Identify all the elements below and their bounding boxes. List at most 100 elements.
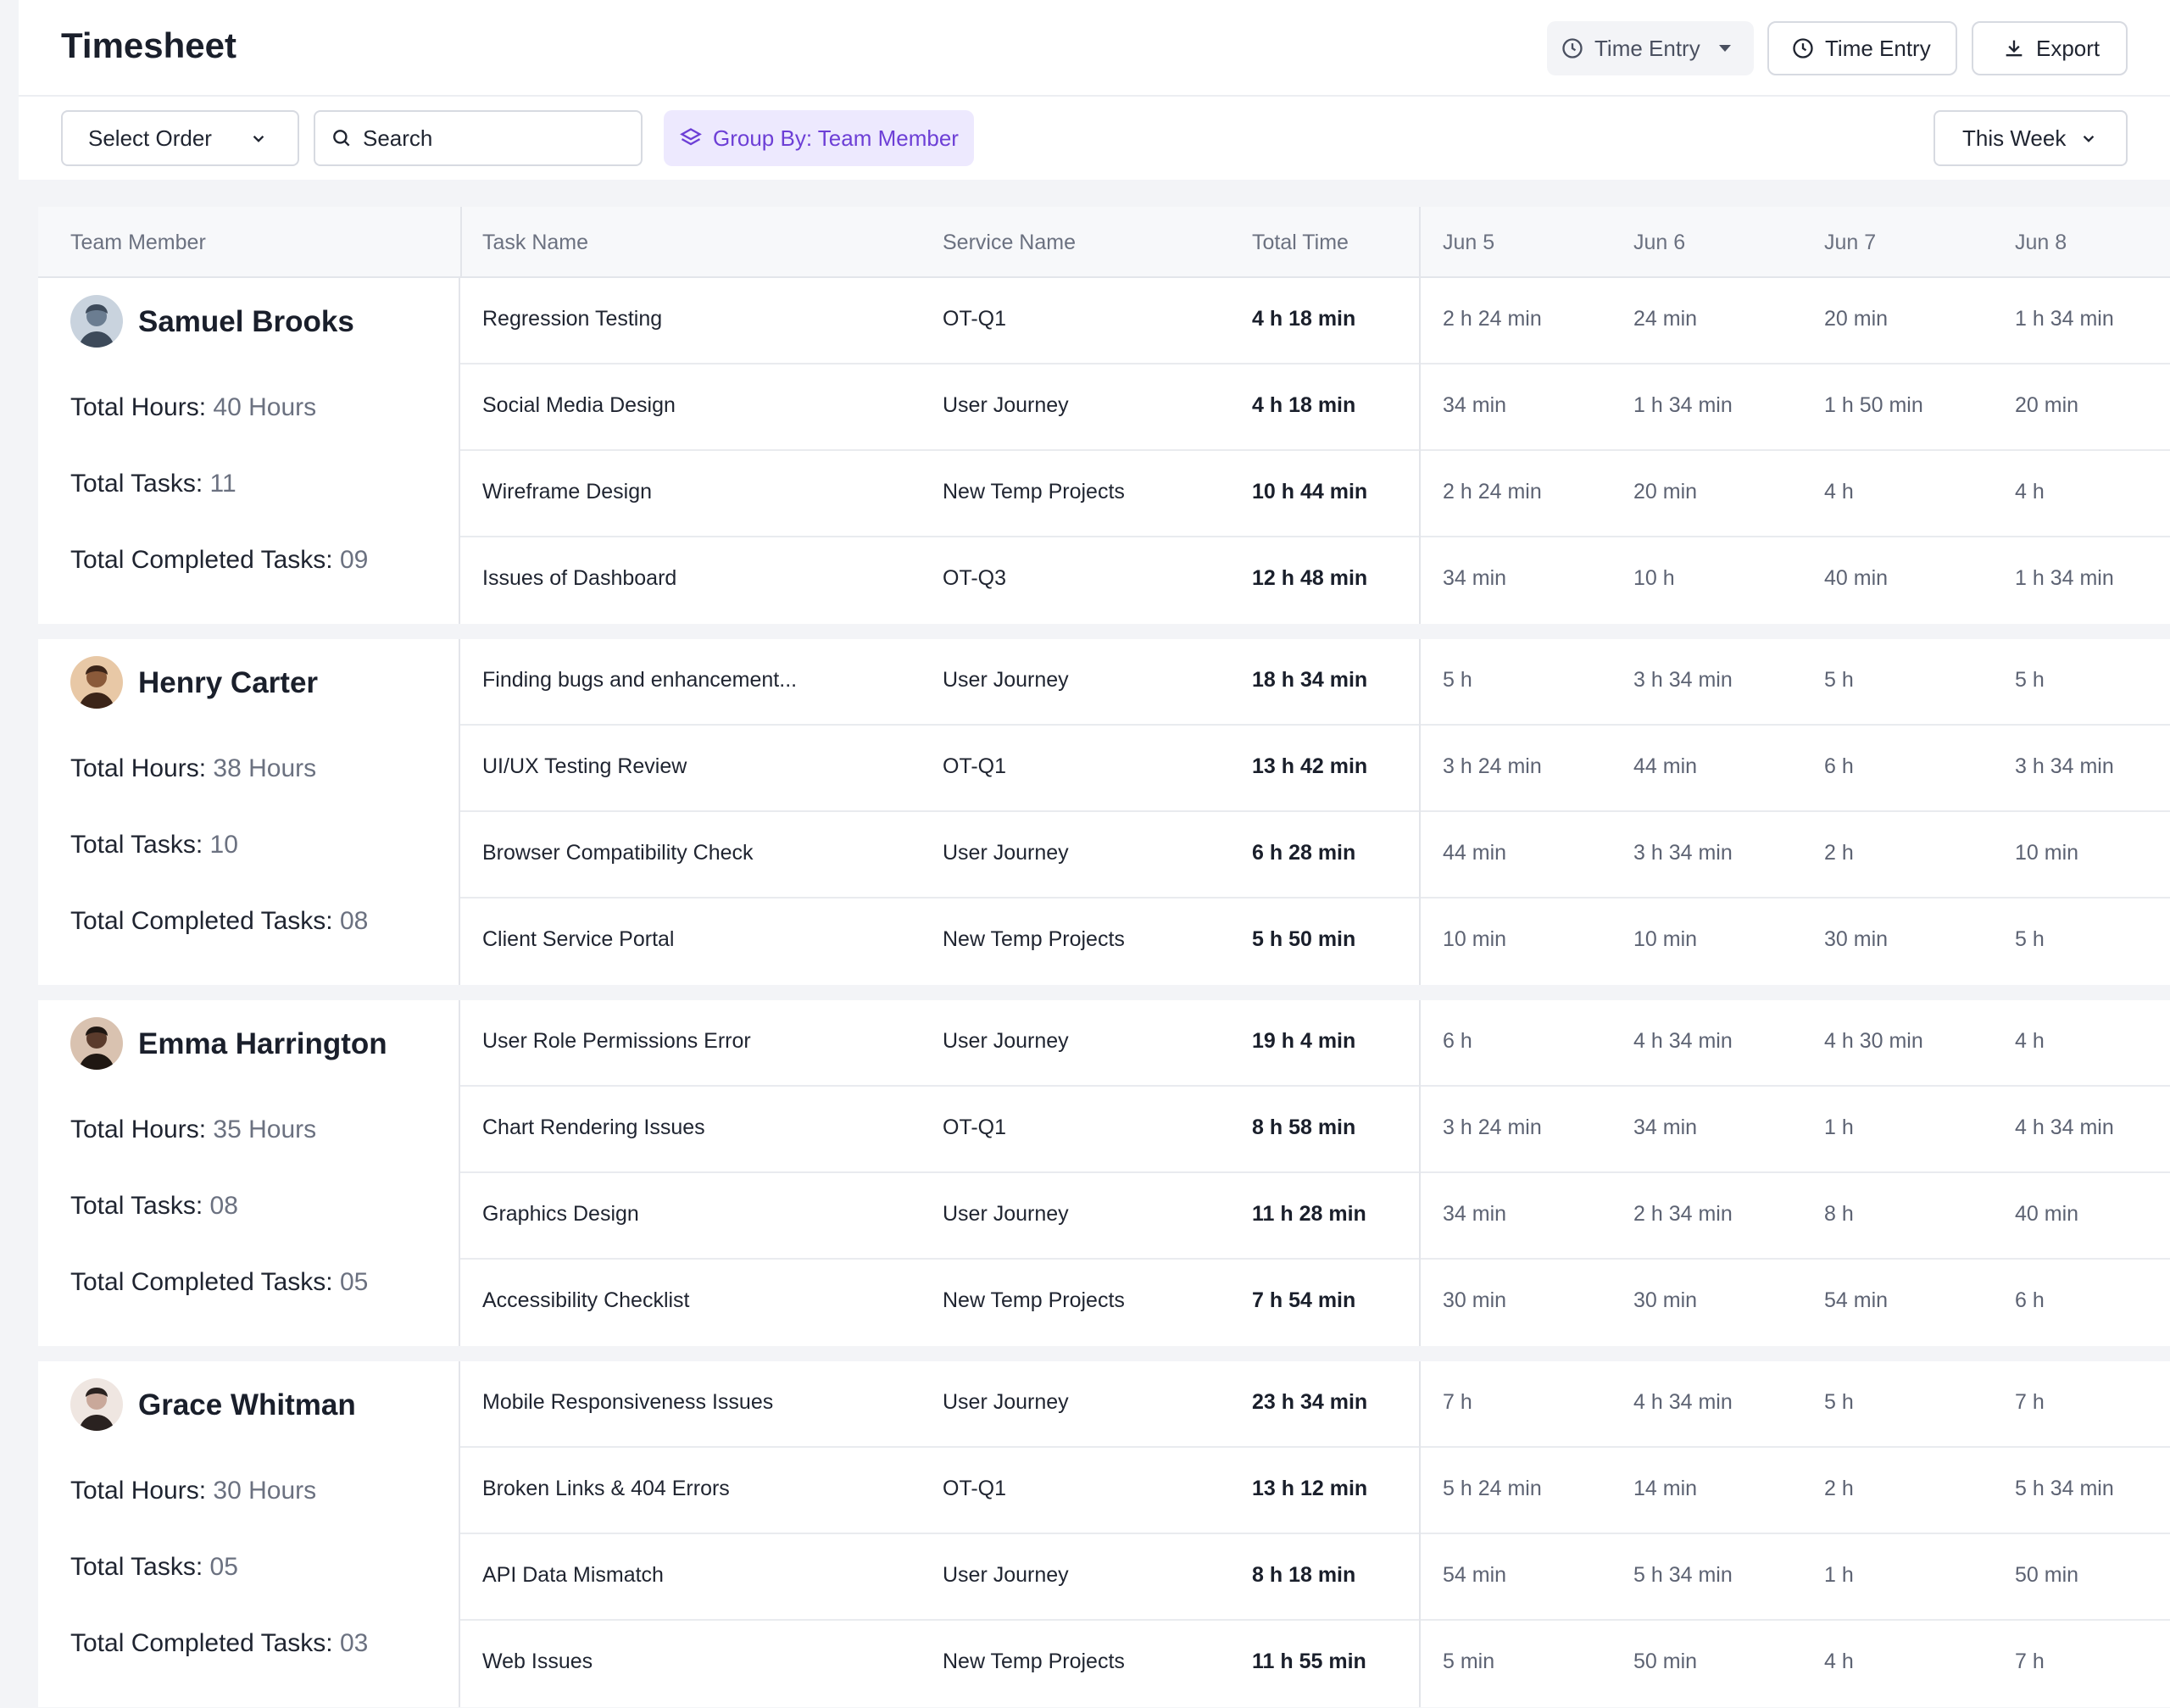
day-time-cell[interactable]: 40 min xyxy=(2015,1202,2078,1227)
day-time-cell[interactable]: 2 h 24 min xyxy=(1443,307,1542,331)
day-time-cell[interactable]: 54 min xyxy=(1443,1563,1506,1588)
day-time-cell[interactable]: 7 h xyxy=(2015,1390,2045,1415)
day-time-cell[interactable]: 4 h xyxy=(1824,1650,1854,1674)
day-time-cell[interactable]: 54 min xyxy=(1824,1288,1888,1313)
column-header-jun-8[interactable]: Jun 8 xyxy=(2015,231,2067,255)
column-header-task-name[interactable]: Task Name xyxy=(482,231,588,255)
day-time-cell[interactable]: 3 h 34 min xyxy=(1633,841,1733,865)
day-time-cell[interactable]: 44 min xyxy=(1443,841,1506,865)
day-time-cell[interactable]: 4 h xyxy=(2015,480,2045,504)
time-entry-dropdown[interactable]: Time Entry xyxy=(1547,21,1754,75)
export-button[interactable]: Export xyxy=(1972,21,2128,75)
avatar[interactable] xyxy=(70,656,123,709)
day-time-cell[interactable]: 4 h 34 min xyxy=(1633,1029,1733,1054)
completed-tasks-label: Total Completed Tasks: xyxy=(70,1629,333,1657)
date-range-dropdown[interactable]: This Week xyxy=(1934,110,2128,166)
day-time-cell[interactable]: 3 h 34 min xyxy=(2015,754,2114,779)
table-row[interactable]: Web Issues New Temp Projects 11 h 55 min 5 … xyxy=(460,1621,2170,1707)
day-time-cell[interactable]: 3 h 34 min xyxy=(1633,668,1733,693)
day-time-cell[interactable]: 50 min xyxy=(2015,1563,2078,1588)
table-row[interactable]: Wireframe Design New Temp Projects 10 h 44… xyxy=(460,451,2170,537)
column-header-jun-7[interactable]: Jun 7 xyxy=(1824,231,1876,255)
day-time-cell[interactable]: 2 h 24 min xyxy=(1443,480,1542,504)
day-time-cell[interactable]: 7 h xyxy=(1443,1390,1472,1415)
table-row[interactable]: Regression Testing OT-Q1 4 h 18 min 2 h 24 … xyxy=(460,278,2170,364)
day-time-cell[interactable]: 5 h xyxy=(1824,668,1854,693)
day-time-cell[interactable]: 20 min xyxy=(1824,307,1888,331)
day-time-cell[interactable]: 4 h 34 min xyxy=(1633,1390,1733,1415)
column-header-service-name[interactable]: Service Name xyxy=(943,231,1076,255)
table-row[interactable]: Chart Rendering Issues OT-Q1 8 h 58 min 3 h… xyxy=(460,1087,2170,1173)
search-input[interactable]: Search xyxy=(314,110,643,166)
day-time-cell[interactable]: 10 min xyxy=(1443,927,1506,952)
day-time-cell[interactable]: 3 h 24 min xyxy=(1443,754,1542,779)
column-header-jun-5[interactable]: Jun 5 xyxy=(1443,231,1494,255)
day-time-cell[interactable]: 2 h xyxy=(1824,1477,1854,1501)
table-row[interactable]: Social Media Design User Journey 4 h 18 mi… xyxy=(460,364,2170,451)
day-time-cell[interactable]: 50 min xyxy=(1633,1650,1697,1674)
avatar[interactable] xyxy=(70,1378,123,1431)
day-time-cell[interactable]: 34 min xyxy=(1443,393,1506,418)
day-time-cell[interactable]: 30 min xyxy=(1443,1288,1506,1313)
avatar[interactable] xyxy=(70,1017,123,1070)
table-row[interactable]: Broken Links & 404 Errors OT-Q1 13 h 12 mi… xyxy=(460,1448,2170,1534)
avatar[interactable] xyxy=(70,295,123,348)
table-row[interactable]: Client Service Portal New Temp Projects 5 … xyxy=(460,899,2170,985)
day-time-cell[interactable]: 24 min xyxy=(1633,307,1697,331)
day-time-cell[interactable]: 4 h 30 min xyxy=(1824,1029,1923,1054)
day-time-cell[interactable]: 44 min xyxy=(1633,754,1697,779)
column-header-jun-6[interactable]: Jun 6 xyxy=(1633,231,1685,255)
day-time-cell[interactable]: 30 min xyxy=(1633,1288,1697,1313)
table-row[interactable]: UI/UX Testing Review OT-Q1 13 h 42 min 3 h … xyxy=(460,726,2170,812)
day-time-cell[interactable]: 5 h xyxy=(2015,927,2045,952)
column-header-total-time[interactable]: Total Time xyxy=(1252,231,1349,255)
day-time-cell[interactable]: 2 h xyxy=(1824,841,1854,865)
day-time-cell[interactable]: 20 min xyxy=(2015,393,2078,418)
day-time-cell[interactable]: 2 h 34 min xyxy=(1633,1202,1733,1227)
day-time-cell[interactable]: 10 h xyxy=(1633,566,1675,591)
day-time-cell[interactable]: 4 h xyxy=(2015,1029,2045,1054)
day-time-cell[interactable]: 6 h xyxy=(1443,1029,1472,1054)
table-row[interactable]: User Role Permissions Error User Journey 1… xyxy=(460,1000,2170,1087)
day-time-cell[interactable]: 1 h 34 min xyxy=(1633,393,1733,418)
select-order-dropdown[interactable]: Select Order xyxy=(61,110,299,166)
day-time-cell[interactable]: 5 h xyxy=(1443,668,1472,693)
time-entry-button[interactable]: Time Entry xyxy=(1767,21,1957,75)
day-time-cell[interactable]: 20 min xyxy=(1633,480,1697,504)
day-time-cell[interactable]: 4 h 34 min xyxy=(2015,1115,2114,1140)
day-time-cell[interactable]: 6 h xyxy=(1824,754,1854,779)
table-row[interactable]: API Data Mismatch User Journey 8 h 18 min 5… xyxy=(460,1534,2170,1621)
day-time-cell[interactable]: 5 min xyxy=(1443,1650,1494,1674)
day-time-cell[interactable]: 5 h xyxy=(2015,668,2045,693)
day-time-cell[interactable]: 10 min xyxy=(2015,841,2078,865)
day-time-cell[interactable]: 1 h 50 min xyxy=(1824,393,1923,418)
day-time-cell[interactable]: 7 h xyxy=(2015,1650,2045,1674)
table-row[interactable]: Issues of Dashboard OT-Q3 12 h 48 min 34 mi… xyxy=(460,537,2170,624)
day-time-cell[interactable]: 1 h xyxy=(1824,1115,1854,1140)
day-time-cell[interactable]: 40 min xyxy=(1824,566,1888,591)
day-time-cell[interactable]: 8 h xyxy=(1824,1202,1854,1227)
column-header-team-member[interactable]: Team Member xyxy=(70,231,206,255)
day-time-cell[interactable]: 30 min xyxy=(1824,927,1888,952)
day-time-cell[interactable]: 3 h 24 min xyxy=(1443,1115,1542,1140)
day-time-cell[interactable]: 4 h xyxy=(1824,480,1854,504)
day-time-cell[interactable]: 34 min xyxy=(1443,1202,1506,1227)
day-time-cell[interactable]: 34 min xyxy=(1633,1115,1697,1140)
day-time-cell[interactable]: 1 h 34 min xyxy=(2015,566,2114,591)
day-time-cell[interactable]: 5 h 24 min xyxy=(1443,1477,1542,1501)
day-time-cell[interactable]: 1 h 34 min xyxy=(2015,307,2114,331)
day-time-cell[interactable]: 34 min xyxy=(1443,566,1506,591)
day-time-cell[interactable]: 1 h xyxy=(1824,1563,1854,1588)
day-time-cell[interactable]: 5 h 34 min xyxy=(2015,1477,2114,1501)
day-time-cell[interactable]: 5 h 34 min xyxy=(1633,1563,1733,1588)
group-by-chip[interactable]: Group By: Team Member xyxy=(664,110,974,166)
table-row[interactable]: Finding bugs and enhancement... User Jour… xyxy=(460,639,2170,726)
table-row[interactable]: Browser Compatibility Check User Journey 6… xyxy=(460,812,2170,899)
table-row[interactable]: Accessibility Checklist New Temp Projects… xyxy=(460,1260,2170,1346)
table-row[interactable]: Mobile Responsiveness Issues User Journey… xyxy=(460,1361,2170,1448)
day-time-cell[interactable]: 6 h xyxy=(2015,1288,2045,1313)
table-row[interactable]: Graphics Design User Journey 11 h 28 min 34… xyxy=(460,1173,2170,1260)
day-time-cell[interactable]: 10 min xyxy=(1633,927,1697,952)
day-time-cell[interactable]: 5 h xyxy=(1824,1390,1854,1415)
day-time-cell[interactable]: 14 min xyxy=(1633,1477,1697,1501)
